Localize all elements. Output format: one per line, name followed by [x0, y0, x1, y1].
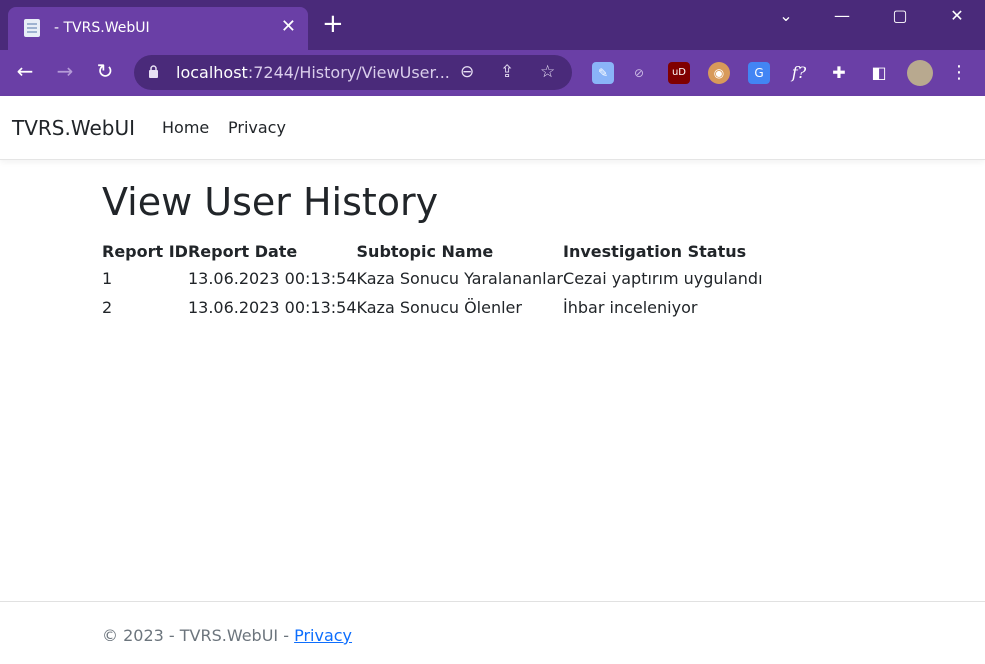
browser-toolbar: ← → ↻ localhost:7244/History/ViewUser...… — [0, 50, 985, 96]
copyright-text: © 2023 - TVRS.WebUI - — [102, 626, 295, 645]
cell-investigation-status: İhbar inceleniyor — [563, 298, 698, 317]
cell-report-id: 1 — [102, 269, 113, 288]
history-table: Report ID Report Date Subtopic Name Inve… — [102, 238, 783, 322]
table-row: 1 13.06.2023 00:13:54 Kaza Sonucu Yarala… — [102, 264, 783, 293]
footer-privacy-link[interactable]: Privacy — [294, 626, 352, 645]
side-panel-icon[interactable]: ◧ — [868, 62, 890, 84]
browser-tab[interactable]: - TVRS.WebUI ✕ — [8, 7, 308, 50]
formula-extension-icon[interactable]: f? — [788, 62, 810, 84]
browser-titlebar: - TVRS.WebUI ✕ + ⌄ — ▢ ✕ — [0, 0, 985, 50]
eyedropper-extension-icon[interactable]: ✎ — [592, 62, 614, 84]
maximize-icon[interactable]: ▢ — [880, 6, 920, 25]
cell-report-date: 13.06.2023 00:13:54 — [187, 269, 357, 288]
cell-subtopic-name: Kaza Sonucu Ölenler — [356, 298, 522, 317]
bookmark-star-icon[interactable]: ☆ — [540, 62, 555, 82]
column-header-subtopic-name: Subtopic Name — [356, 241, 494, 261]
site-navbar: TVRS.WebUI Home Privacy — [0, 96, 985, 160]
nav-privacy-link[interactable]: Privacy — [228, 118, 286, 137]
cell-subtopic-name: Kaza Sonucu Yaralananlar — [356, 269, 564, 288]
menu-kebab-icon[interactable]: ⋮ — [948, 62, 970, 84]
compass-extension-icon[interactable]: ⊘ — [628, 62, 650, 84]
new-tab-icon[interactable]: + — [322, 11, 344, 37]
column-header-investigation-status: Investigation Status — [563, 241, 747, 261]
forward-icon[interactable]: → — [51, 59, 79, 83]
address-bar[interactable]: localhost:7244/History/ViewUser... ⊖ ⇪ ☆ — [134, 55, 572, 90]
cell-report-id: 2 — [102, 298, 113, 317]
profile-avatar[interactable] — [907, 60, 933, 86]
tab-title: - TVRS.WebUI — [54, 20, 150, 36]
url-text: localhost:7244/History/ViewUser... — [176, 63, 450, 82]
column-header-report-id: Report ID — [102, 241, 188, 261]
page-favicon-icon — [24, 19, 40, 37]
footer-text: © 2023 - TVRS.WebUI - Privacy — [102, 626, 352, 645]
table-header-row: Report ID Report Date Subtopic Name Inve… — [102, 238, 783, 264]
back-icon[interactable]: ← — [11, 59, 39, 83]
ublock-extension-icon[interactable]: uD — [668, 62, 690, 84]
site-brand-link[interactable]: TVRS.WebUI — [12, 116, 135, 140]
tab-search-chevron-icon[interactable]: ⌄ — [766, 6, 806, 25]
nav-home-link[interactable]: Home — [162, 118, 209, 137]
table-row: 2 13.06.2023 00:13:54 Kaza Sonucu Ölenle… — [102, 293, 783, 322]
reload-icon[interactable]: ↻ — [91, 59, 119, 83]
translate-extension-icon[interactable]: G — [748, 62, 770, 84]
site-footer: © 2023 - TVRS.WebUI - Privacy — [0, 601, 985, 664]
column-header-report-date: Report Date — [187, 241, 298, 261]
page-title: View User History — [102, 180, 439, 224]
lock-icon — [149, 65, 158, 78]
cell-report-date: 13.06.2023 00:13:54 — [187, 298, 357, 317]
share-icon[interactable]: ⇪ — [500, 62, 514, 82]
minimize-icon[interactable]: — — [822, 6, 862, 25]
cell-investigation-status: Cezai yaptırım uygulandı — [563, 269, 763, 288]
close-tab-icon[interactable]: ✕ — [281, 16, 296, 37]
owl-extension-icon[interactable]: ◉ — [708, 62, 730, 84]
close-window-icon[interactable]: ✕ — [937, 6, 977, 25]
extensions-puzzle-icon[interactable]: ✚ — [828, 62, 850, 84]
zoom-icon[interactable]: ⊖ — [460, 62, 474, 82]
